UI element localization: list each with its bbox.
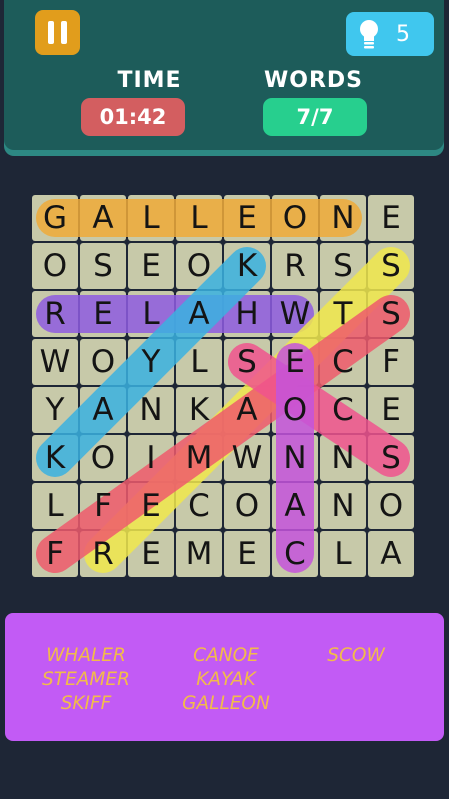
grid-cell[interactable] bbox=[128, 291, 174, 337]
grid-cell[interactable] bbox=[224, 435, 270, 481]
word-column-2: CANOE KAYAK GALLEON bbox=[156, 644, 296, 716]
grid-cell[interactable] bbox=[320, 195, 366, 241]
grid-cell[interactable] bbox=[128, 483, 174, 529]
grid-cell[interactable] bbox=[176, 387, 222, 433]
word-column-3: SCOW bbox=[286, 644, 426, 668]
grid-cell[interactable] bbox=[272, 291, 318, 337]
grid-cell[interactable] bbox=[224, 387, 270, 433]
grid-cell[interactable] bbox=[368, 243, 414, 289]
header-panel: 5 TIME 01:42 WORDS 7/7 bbox=[4, 0, 444, 150]
grid-cell[interactable] bbox=[368, 291, 414, 337]
grid-cell[interactable] bbox=[320, 339, 366, 385]
grid-cell[interactable] bbox=[224, 339, 270, 385]
word-kayak: KAYAK bbox=[196, 669, 256, 690]
grid-cell[interactable] bbox=[32, 435, 78, 481]
pause-button[interactable] bbox=[35, 10, 80, 55]
grid-cell[interactable] bbox=[368, 531, 414, 577]
word-list-panel: WHALER STEAMER SKIFF CANOE KAYAK GALLEON SCO… bbox=[5, 613, 444, 741]
grid-cell[interactable] bbox=[80, 483, 126, 529]
word-whaler: WHALER bbox=[46, 645, 126, 666]
time-label: TIME bbox=[117, 68, 182, 93]
grid-cell[interactable] bbox=[176, 483, 222, 529]
word-column-1: WHALER STEAMER SKIFF bbox=[16, 644, 156, 716]
word-galleon: GALLEON bbox=[182, 693, 270, 714]
grid-cell[interactable] bbox=[128, 195, 174, 241]
grid-cell[interactable] bbox=[176, 291, 222, 337]
hint-count: 5 bbox=[396, 22, 410, 47]
grid-cell[interactable] bbox=[80, 339, 126, 385]
word-scow: SCOW bbox=[327, 645, 385, 666]
grid-cell[interactable] bbox=[272, 435, 318, 481]
time-value: 01:42 bbox=[81, 98, 185, 136]
grid-cell[interactable] bbox=[224, 531, 270, 577]
grid-cell[interactable] bbox=[32, 291, 78, 337]
grid-cell[interactable] bbox=[128, 243, 174, 289]
grid-cell[interactable] bbox=[32, 243, 78, 289]
grid-cell[interactable] bbox=[320, 243, 366, 289]
grid-cell[interactable] bbox=[80, 291, 126, 337]
grid-cell[interactable] bbox=[224, 195, 270, 241]
grid-cell[interactable] bbox=[272, 195, 318, 241]
grid-cell[interactable] bbox=[224, 291, 270, 337]
grid-cell[interactable] bbox=[80, 243, 126, 289]
grid-cell[interactable] bbox=[368, 483, 414, 529]
grid-cell[interactable] bbox=[32, 387, 78, 433]
grid-cell[interactable] bbox=[272, 531, 318, 577]
word-canoe: CANOE bbox=[193, 645, 259, 666]
words-label: WORDS bbox=[263, 68, 363, 93]
grid-cell[interactable] bbox=[224, 483, 270, 529]
lightbulb-icon bbox=[360, 20, 378, 49]
grid-cell[interactable] bbox=[32, 483, 78, 529]
grid-cell[interactable] bbox=[368, 339, 414, 385]
grid-cell[interactable] bbox=[80, 531, 126, 577]
grid-cell[interactable] bbox=[320, 291, 366, 337]
grid-cell[interactable] bbox=[224, 243, 270, 289]
grid-cell[interactable] bbox=[272, 243, 318, 289]
grid-cell[interactable] bbox=[176, 195, 222, 241]
grid-cell[interactable] bbox=[80, 195, 126, 241]
grid-cell[interactable] bbox=[176, 531, 222, 577]
grid-cell[interactable] bbox=[176, 435, 222, 481]
grid-cell[interactable] bbox=[368, 387, 414, 433]
word-steamer: STEAMER bbox=[42, 669, 130, 690]
grid-cell[interactable] bbox=[272, 483, 318, 529]
grid-cell[interactable] bbox=[32, 195, 78, 241]
grid-cell[interactable] bbox=[128, 339, 174, 385]
grid-cell[interactable] bbox=[368, 435, 414, 481]
grid-cell[interactable] bbox=[272, 339, 318, 385]
grid-cell[interactable] bbox=[320, 387, 366, 433]
grid-cell[interactable] bbox=[128, 531, 174, 577]
grid-cell[interactable] bbox=[80, 387, 126, 433]
grid-cell[interactable] bbox=[128, 435, 174, 481]
grid-cell[interactable] bbox=[128, 387, 174, 433]
grid-cell[interactable] bbox=[320, 531, 366, 577]
hint-button[interactable]: 5 bbox=[346, 12, 434, 56]
grid-cell[interactable] bbox=[320, 435, 366, 481]
grid-cell[interactable] bbox=[176, 339, 222, 385]
word-skiff: SKIFF bbox=[60, 693, 112, 714]
grid-cell[interactable] bbox=[32, 339, 78, 385]
grid-cell[interactable] bbox=[32, 531, 78, 577]
words-count: 7/7 bbox=[263, 98, 367, 136]
letter-grid[interactable]: GALLEONEOSEOKRSSRELAHWTSWOYLSECFYANKAOCE… bbox=[31, 194, 415, 578]
grid-cell[interactable] bbox=[176, 243, 222, 289]
grid-cell[interactable] bbox=[272, 387, 318, 433]
grid-cell[interactable] bbox=[80, 435, 126, 481]
grid-cell[interactable] bbox=[320, 483, 366, 529]
grid-cell[interactable] bbox=[368, 195, 414, 241]
